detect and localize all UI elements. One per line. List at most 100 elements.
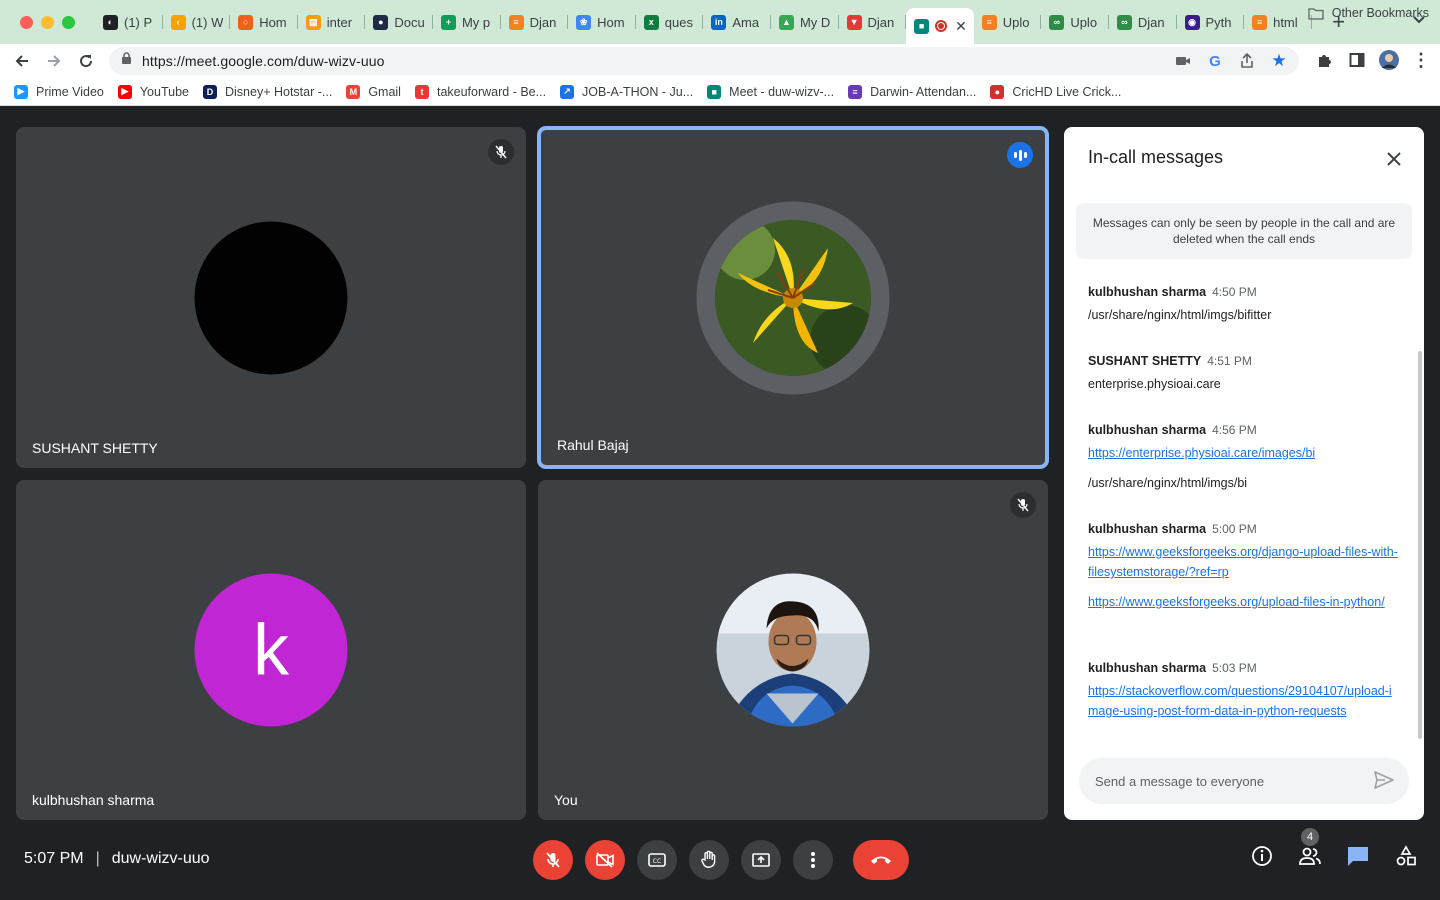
reload-icon[interactable] [70, 45, 102, 77]
bookmark-item[interactable]: t takeuforward - Be... [414, 84, 546, 99]
browser-tab[interactable]: in Ama [703, 7, 771, 37]
bookmark-item[interactable]: ■ Meet - duw-wizv-... [707, 84, 835, 99]
forward-arrow-icon[interactable] [38, 45, 70, 77]
side-panel-icon[interactable] [1346, 48, 1368, 72]
message-link[interactable]: https://www.geeksforgeeks.org/django-upl… [1088, 542, 1398, 582]
camera-off-button[interactable] [585, 840, 625, 880]
participant-tile-rahul[interactable]: Rahul Bajaj [538, 127, 1048, 468]
message-time: 5:00 PM [1212, 522, 1257, 536]
send-icon[interactable] [1373, 770, 1395, 793]
tab-favicon-icon: ❀ [576, 14, 592, 30]
browser-tab[interactable]: ❀ Hom [568, 7, 636, 37]
google-lens-icon[interactable]: G [1205, 51, 1225, 71]
tab-favicon-icon: ≡ [1252, 14, 1268, 30]
close-icon[interactable] [1382, 147, 1406, 171]
message-input[interactable]: Send a message to everyone [1079, 758, 1409, 804]
camera-in-use-icon[interactable] [1173, 51, 1193, 71]
tab-title: Djan [867, 14, 895, 30]
captions-button[interactable]: CC [637, 840, 677, 880]
participant-tile-sushant[interactable]: SUSHANT SHETTY [16, 127, 526, 468]
browser-tab[interactable]: ○ Hom [230, 7, 298, 37]
close-window-button[interactable] [20, 15, 33, 29]
browser-tab[interactable]: + My p [433, 7, 501, 37]
participant-name: Rahul Bajaj [557, 437, 629, 453]
participant-tile-you[interactable]: You [538, 480, 1048, 820]
activities-button[interactable] [1394, 844, 1418, 868]
bookmark-favicon-icon: ▶ [117, 84, 132, 99]
people-button[interactable]: 4 [1298, 828, 1322, 868]
address-bar[interactable]: https://meet.google.com/duw-wizv-uuo G ★ [109, 47, 1299, 75]
meeting-separator: | [95, 850, 100, 867]
tab-favicon-icon: ○ [238, 14, 254, 30]
chat-privacy-notice: Messages can only be seen by people in t… [1076, 203, 1412, 259]
browser-tab[interactable]: ◐ (1) P [95, 7, 163, 37]
meet-stage: SUSHANT SHETTY Rahul Bajaj k kulbhushan … [0, 107, 1440, 900]
bookmark-item[interactable]: ▶ Prime Video [14, 84, 104, 99]
tab-title: (1) W [191, 14, 224, 30]
message-link[interactable]: https://stackoverflow.com/questions/2910… [1088, 681, 1398, 721]
back-arrow-icon[interactable] [6, 45, 38, 77]
tab-title: Hom [259, 14, 287, 30]
bookmark-favicon-icon: ↗ [560, 84, 575, 99]
tab-strip: ◐ (1) P ‹ (1) W ○ Hom ▤ inter ● Docu + My p ≡ Djan ❀ Ho… [0, 0, 1440, 44]
browser-tab[interactable]: ‹ (1) W [163, 7, 231, 37]
leave-call-button[interactable] [853, 840, 909, 880]
maximize-window-button[interactable] [62, 15, 75, 29]
browser-tab[interactable]: ▲ My D [771, 7, 839, 37]
chat-button[interactable] [1346, 844, 1370, 868]
tab-title: (1) P [124, 14, 153, 30]
message-sender: kulbhushan sharma [1088, 661, 1207, 675]
tab-title: Ama [732, 14, 760, 30]
browser-tab[interactable]: ◉ Pyth [1177, 7, 1245, 37]
muted-mic-icon [1010, 492, 1036, 518]
message-sender: SUSHANT SHETTY [1088, 354, 1202, 368]
browser-tab[interactable]: ● Docu [365, 7, 433, 37]
other-bookmarks[interactable]: Other Bookmarks [1308, 6, 1429, 20]
browser-tab[interactable]: ≡ Djan [501, 7, 569, 37]
bookmark-label: Prime Video [36, 84, 104, 99]
bookmark-label: Meet - duw-wizv-... [729, 84, 835, 99]
browser-menu-icon[interactable]: ⋮ [1410, 48, 1432, 72]
tab-active-meet[interactable]: ■ ✕ [906, 8, 974, 44]
bookmark-item[interactable]: D Disney+ Hotstar -... [202, 84, 332, 99]
browser-tab[interactable]: ≡ html [1244, 7, 1312, 37]
browser-tab[interactable]: ∞ Uplo [1041, 7, 1109, 37]
meeting-info-button[interactable] [1250, 844, 1274, 868]
message-header: kulbhushan sharma 4:56 PM [1088, 423, 1398, 437]
participant-name: kulbhushan sharma [32, 792, 155, 808]
tab-close-icon[interactable]: ✕ [955, 18, 967, 35]
profile-avatar[interactable] [1378, 48, 1400, 72]
browser-tab[interactable]: ∞ Djan [1109, 7, 1177, 37]
bookmark-item[interactable]: M Gmail [346, 84, 401, 99]
minimize-window-button[interactable] [41, 15, 54, 29]
message-time: 4:56 PM [1212, 423, 1257, 437]
bookmark-item[interactable]: ▶ YouTube [117, 84, 189, 99]
raise-hand-button[interactable] [689, 840, 729, 880]
tab-favicon-icon: ◐ [103, 14, 118, 30]
present-screen-button[interactable] [741, 840, 781, 880]
bookmark-item[interactable]: ↗ JOB-A-THON - Ju... [560, 84, 693, 99]
bookmark-star-icon[interactable]: ★ [1269, 51, 1289, 71]
bookmark-item[interactable]: ● CricHD Live Crick... [990, 84, 1121, 99]
chat-message: kulbhushan sharma 4:50 PM/usr/share/nginx… [1088, 285, 1398, 325]
tab-title: Djan [1137, 14, 1165, 30]
bookmark-item[interactable]: ≡ Darwin- Attendan... [848, 84, 976, 99]
lock-icon[interactable] [121, 52, 132, 70]
bookmark-favicon-icon: t [414, 84, 429, 99]
browser-tab[interactable]: ≡ Uplo [974, 7, 1042, 37]
message-link[interactable]: https://enterprise.physioai.care/images/… [1088, 443, 1398, 463]
browser-tab[interactable]: x ques [636, 7, 704, 37]
message-link[interactable]: https://www.geeksforgeeks.org/upload-fil… [1088, 592, 1398, 612]
share-icon[interactable] [1237, 51, 1257, 71]
browser-tab[interactable]: ▤ inter [298, 7, 366, 37]
chat-scrollbar[interactable] [1418, 351, 1422, 739]
microphone-off-button[interactable] [533, 840, 573, 880]
participant-tile-kulbhushan[interactable]: k kulbhushan sharma [16, 480, 526, 820]
browser-tab[interactable]: ▼ Djan [839, 7, 907, 37]
tab-title: inter [326, 14, 353, 30]
tab-favicon-icon: ∞ [1116, 14, 1132, 30]
url-text[interactable]: https://meet.google.com/duw-wizv-uuo [142, 53, 385, 69]
more-options-button[interactable] [793, 840, 833, 880]
tab-title: Uplo [1002, 14, 1030, 30]
extensions-puzzle-icon[interactable] [1314, 48, 1336, 72]
